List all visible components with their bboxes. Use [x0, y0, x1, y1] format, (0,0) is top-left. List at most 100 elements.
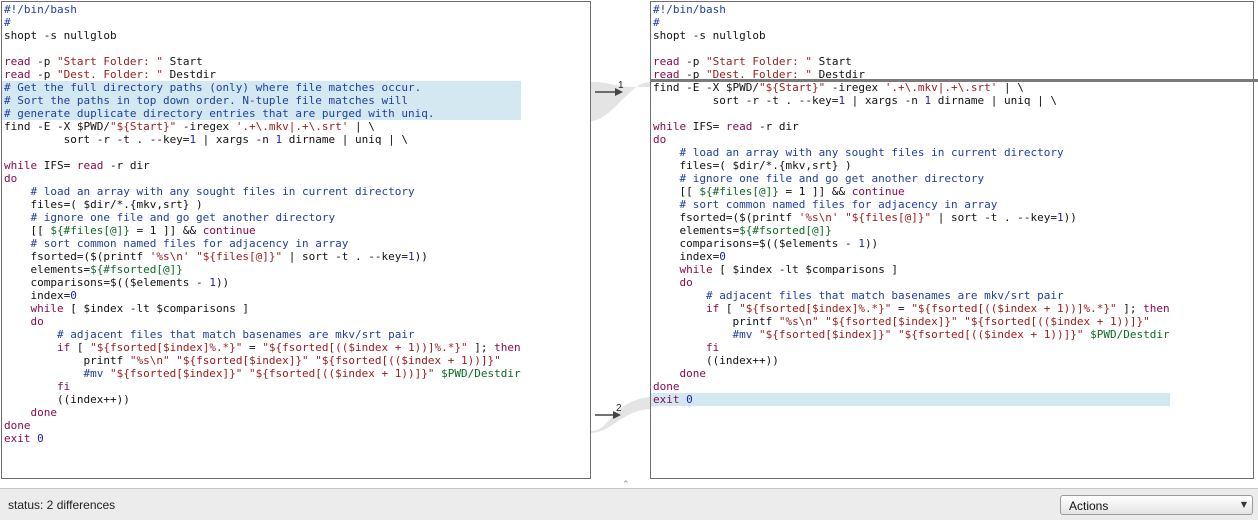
- code-line[interactable]: ​: [2, 42, 521, 55]
- code-line[interactable]: ((index++)): [651, 354, 1170, 367]
- code-line[interactable]: # Get the full directory paths (only) wh…: [2, 81, 521, 94]
- code-token: if: [705, 302, 720, 315]
- code-line[interactable]: done: [2, 406, 521, 419]
- code-token: = 1 ]] &&: [778, 185, 852, 198]
- code-line[interactable]: fi: [651, 341, 1170, 354]
- left-file-pane[interactable]: #!/bin/bash#shopt -s nullglob​read -p "S…: [1, 1, 591, 479]
- code-line[interactable]: index=0: [651, 250, 1170, 263]
- code-token: # adjacent files that match basenames ar…: [4, 328, 415, 341]
- code-line[interactable]: printf "%s\n" "${fsorted[$index]}" "${fs…: [2, 354, 521, 367]
- code-line[interactable]: exit 0: [2, 432, 521, 445]
- code-line[interactable]: while [ $index -lt $comparisons ]: [2, 302, 521, 315]
- code-line[interactable]: # sort common named files for adjacency …: [2, 237, 521, 250]
- code-line[interactable]: index=0: [2, 289, 521, 302]
- diff-1-label[interactable]: 1: [618, 80, 624, 91]
- code-token: #!/bin/bash: [4, 3, 77, 16]
- right-code-view[interactable]: #!/bin/bash#shopt -s nullglob​read -p "S…: [651, 3, 1170, 406]
- code-line[interactable]: # Sort the paths in top down order. N-tu…: [2, 94, 521, 107]
- code-token: printf: [4, 354, 130, 367]
- code-line[interactable]: sort -r -t . --key=1 | xargs -n 1 dirnam…: [651, 94, 1170, 107]
- code-token: elements=: [653, 224, 740, 237]
- code-token: "${fsorted[(($index + 1))]%.*}": [911, 302, 1117, 315]
- code-token: exit: [653, 393, 680, 406]
- code-line[interactable]: # load an array with any sought files in…: [2, 185, 521, 198]
- code-token: # adjacent files that match basenames ar…: [653, 289, 1064, 302]
- code-token: )): [864, 237, 879, 250]
- code-line[interactable]: fsorted=($(printf '%s\n' "${files[@]}" |…: [2, 250, 521, 263]
- code-line[interactable]: sort -r -t . --key=1 | xargs -n 1 dirnam…: [2, 133, 521, 146]
- code-line[interactable]: read -p "Start Folder: " Start: [2, 55, 521, 68]
- code-line[interactable]: #mv "${fsorted[$index]}" "${fsorted[(($i…: [651, 328, 1170, 341]
- code-line[interactable]: # adjacent files that match basenames ar…: [2, 328, 521, 341]
- code-line[interactable]: ​: [651, 42, 1170, 55]
- code-line[interactable]: done: [651, 380, 1170, 393]
- code-token: #: [653, 16, 660, 29]
- code-token: "${fsorted[$index]%.*}": [739, 302, 892, 315]
- code-line[interactable]: read -p "Dest. Folder: " Destdir: [2, 68, 521, 81]
- code-line[interactable]: # adjacent files that match basenames ar…: [651, 289, 1170, 302]
- code-line[interactable]: files=( $dir/*.{mkv,srt} ): [651, 159, 1170, 172]
- code-line[interactable]: do: [2, 172, 521, 185]
- code-line[interactable]: read -p "Start Folder: " Start: [651, 55, 1170, 68]
- code-token: | sort -t . --key=: [282, 250, 409, 263]
- code-line[interactable]: done: [2, 419, 521, 432]
- code-line[interactable]: ((index++)): [2, 393, 521, 406]
- code-token: elements=: [4, 263, 91, 276]
- code-line[interactable]: ​: [651, 107, 1170, 120]
- code-line[interactable]: find -E -X $PWD/"${Start}" -iregex '.+\.…: [651, 81, 1170, 94]
- code-line[interactable]: find -E -X $PWD/"${Start}" -iregex '.+\.…: [2, 120, 521, 133]
- code-line[interactable]: #: [651, 16, 1170, 29]
- code-token: "Start Folder: ": [57, 55, 163, 68]
- code-token: fi: [653, 341, 720, 354]
- code-line[interactable]: [[ ${#files[@]} = 1 ]] && continue: [2, 224, 521, 237]
- code-line[interactable]: do: [2, 315, 521, 328]
- left-code-view[interactable]: #!/bin/bash#shopt -s nullglob​read -p "S…: [2, 3, 521, 445]
- code-line[interactable]: #mv "${fsorted[$index]}" "${fsorted[(($i…: [2, 367, 521, 380]
- code-line[interactable]: # load an array with any sought files in…: [651, 146, 1170, 159]
- code-line[interactable]: comparisons=$(($elements - 1)): [2, 276, 521, 289]
- code-token: fi: [4, 380, 71, 393]
- code-token: = 1 ]] &&: [129, 224, 203, 237]
- code-line[interactable]: #: [2, 16, 521, 29]
- code-line[interactable]: files=( $dir/*.{mkv,srt} ): [2, 198, 521, 211]
- code-line[interactable]: shopt -s nullglob: [651, 29, 1170, 42]
- code-line[interactable]: done: [651, 367, 1170, 380]
- code-line[interactable]: if [ "${fsorted[$index]%.*}" = "${fsorte…: [651, 302, 1170, 315]
- code-line[interactable]: printf "%s\n" "${fsorted[$index]}" "${fs…: [651, 315, 1170, 328]
- code-line[interactable]: shopt -s nullglob: [2, 29, 521, 42]
- code-line[interactable]: comparisons=$(($elements - 1)): [651, 237, 1170, 250]
- diff-1-insertion-marker: [650, 79, 1258, 82]
- code-line[interactable]: # sort common named files for adjacency …: [651, 198, 1170, 211]
- code-line[interactable]: if [ "${fsorted[$index]%.*}" = "${fsorte…: [2, 341, 521, 354]
- code-line[interactable]: do: [651, 276, 1170, 289]
- code-token: done: [653, 367, 706, 380]
- code-line[interactable]: # generate duplicate directory entries t…: [2, 107, 521, 120]
- code-line[interactable]: # ignore one file and go get another dir…: [2, 211, 521, 224]
- code-line[interactable]: elements=${#fsorted[@]}: [2, 263, 521, 276]
- code-line[interactable]: [[ ${#files[@]} = 1 ]] && continue: [651, 185, 1170, 198]
- code-token: | xargs -n: [845, 94, 925, 107]
- code-line[interactable]: fsorted=($(printf '%s\n' "${files[@]}" |…: [651, 211, 1170, 224]
- code-token: ];: [467, 341, 495, 354]
- code-line[interactable]: elements=${#fsorted[@]}: [651, 224, 1170, 237]
- code-token: "${fsorted[(($index + 1))]}": [964, 315, 1150, 328]
- code-line[interactable]: do: [651, 133, 1170, 146]
- code-token: Start: [162, 55, 203, 68]
- diff-2-label[interactable]: 2: [616, 403, 622, 414]
- right-file-pane[interactable]: #!/bin/bash#shopt -s nullglob​read -p "S…: [650, 1, 1254, 479]
- code-line[interactable]: # ignore one file and go get another dir…: [651, 172, 1170, 185]
- code-token: 0: [70, 289, 77, 302]
- code-line[interactable]: exit 0: [651, 393, 1170, 406]
- code-line[interactable]: #!/bin/bash: [651, 3, 1170, 16]
- code-line[interactable]: while IFS= read -r dir: [2, 159, 521, 172]
- code-line[interactable]: while [ $index -lt $comparisons ]: [651, 263, 1170, 276]
- code-token: 0: [686, 393, 693, 406]
- code-token: # generate duplicate directory entries t…: [4, 107, 435, 120]
- code-line[interactable]: while IFS= read -r dir: [651, 120, 1170, 133]
- code-line[interactable]: fi: [2, 380, 521, 393]
- code-token: "${fsorted[(($index + 1))]%.*}": [262, 341, 468, 354]
- actions-dropdown[interactable]: Actions ▼: [1060, 495, 1253, 515]
- code-line[interactable]: ​: [2, 146, 521, 159]
- code-token: shopt -s nullglob: [653, 29, 766, 42]
- code-line[interactable]: #!/bin/bash: [2, 3, 521, 16]
